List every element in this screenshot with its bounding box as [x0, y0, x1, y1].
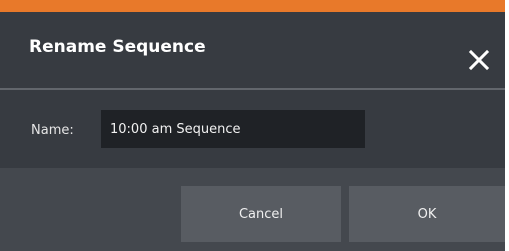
name-label: Name:: [31, 123, 74, 138]
cancel-button[interactable]: Cancel: [181, 186, 341, 242]
dialog-footer: Cancel OK: [0, 168, 505, 251]
close-button[interactable]: [462, 43, 496, 77]
rename-sequence-dialog: Rename Sequence Name: Cancel OK: [0, 0, 505, 251]
ok-button[interactable]: OK: [349, 186, 505, 242]
dialog-accent-bar: [0, 0, 505, 12]
dialog-content: Name:: [0, 90, 505, 168]
close-icon: [468, 49, 490, 71]
name-input[interactable]: [101, 110, 365, 148]
dialog-header: Rename Sequence: [0, 12, 505, 88]
dialog-title: Rename Sequence: [29, 37, 206, 57]
